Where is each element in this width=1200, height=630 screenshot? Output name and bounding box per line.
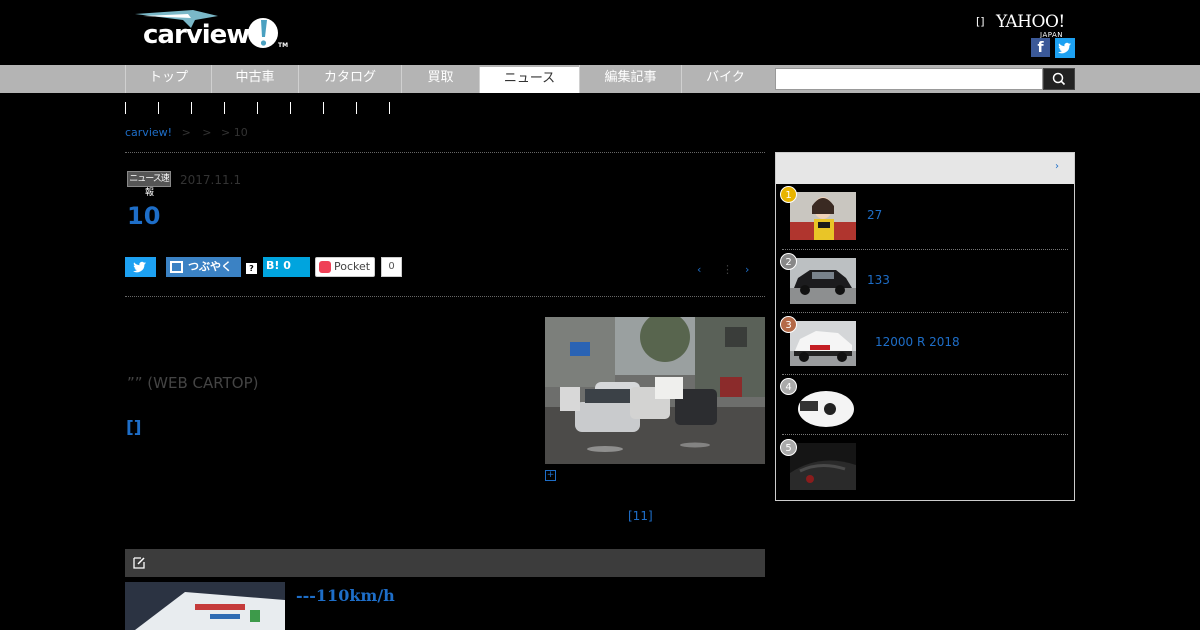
rank-1-image <box>790 192 856 240</box>
subnav-separator <box>356 102 357 114</box>
nav-item-buyback[interactable]: 買取 <box>401 65 479 93</box>
search-button[interactable] <box>1043 68 1075 90</box>
rank-5-thumbnail[interactable] <box>790 443 856 490</box>
rank-3-title[interactable]: 12000 R 2018 <box>875 335 960 349</box>
next-article-title[interactable]: ---110km/h <box>296 586 395 605</box>
search-input[interactable] <box>775 68 1043 90</box>
traffic-photo-image <box>545 317 765 464</box>
help-question-icon[interactable]: ? <box>246 263 257 274</box>
edit-icon <box>133 557 145 569</box>
newspaper-photo-image <box>125 582 285 630</box>
rank-2-title[interactable]: 133 <box>867 273 890 287</box>
logo-trademark: TM <box>278 42 289 49</box>
nav-item-catalog[interactable]: カタログ <box>298 65 401 93</box>
nav-item-news[interactable]: ニュース <box>479 67 579 93</box>
search-icon <box>1052 72 1066 86</box>
rank-badge: 1 <box>780 186 797 203</box>
rank-4-image <box>790 383 856 427</box>
subnav-separator <box>257 102 258 114</box>
twitter-bird-icon <box>133 261 146 273</box>
rank-2-image <box>790 258 856 304</box>
rank-5-image <box>790 443 856 490</box>
pager-separator: ⋮ <box>722 263 733 276</box>
subnav-separator <box>224 102 225 114</box>
nav-item-used-cars[interactable]: 中古車 <box>211 65 298 93</box>
article-lead: ”” (WEB CARTOP) <box>127 374 259 392</box>
article-photo[interactable] <box>545 317 765 464</box>
tsubuyaku-button[interactable]: つぶやく <box>166 257 241 277</box>
rank-badge: 5 <box>780 439 797 456</box>
prev-article-icon[interactable]: ‹ <box>697 263 701 276</box>
divider <box>125 152 765 153</box>
divider <box>782 249 1068 250</box>
nav-item-editorial[interactable]: 編集記事 <box>579 65 681 93</box>
nav-item-bike[interactable]: バイク <box>681 65 769 93</box>
photo-count-link[interactable]: [11] <box>628 509 653 523</box>
carview-logo[interactable]: carview <box>143 20 250 50</box>
breadcrumb-separator: > <box>181 126 191 139</box>
hatena-bookmark-button[interactable]: B! 0 <box>263 257 310 277</box>
rank-3-image <box>790 321 856 366</box>
subnav-separator <box>290 102 291 114</box>
ranking-more-icon[interactable]: › <box>1055 161 1059 172</box>
pocket-icon <box>319 261 331 273</box>
pocket-count: 0 <box>381 257 402 277</box>
enlarge-icon[interactable]: + <box>545 470 556 481</box>
post-date: 2017.11.1 <box>180 173 242 187</box>
next-article-thumbnail[interactable] <box>125 582 285 630</box>
divider <box>782 312 1068 313</box>
rank-badge: 3 <box>780 316 797 333</box>
logo-exclamation-icon <box>248 18 278 48</box>
tsubuyaku-icon <box>170 261 183 273</box>
related-link[interactable]: [] <box>126 418 142 438</box>
category-tag[interactable]: ニュース速報 <box>127 171 171 198</box>
rank-1-title[interactable]: 27 <box>867 208 882 222</box>
related-articles-header <box>125 549 765 577</box>
subnav-separator <box>191 102 192 114</box>
rank-badge: 4 <box>780 378 797 395</box>
article-title: 10 <box>127 202 161 230</box>
breadcrumb-home[interactable]: carview! <box>125 126 172 139</box>
tweet-button[interactable] <box>125 257 156 277</box>
subnav-separator <box>125 102 126 114</box>
breadcrumb: carview! > > > 10 <box>125 126 248 139</box>
ranking-header <box>776 153 1074 184</box>
site-header: carview TM [] YAHOO! JAPAN f <box>0 0 1200 65</box>
nav-item-top[interactable]: トップ <box>125 65 211 93</box>
divider <box>125 296 765 297</box>
rank-badge: 2 <box>780 253 797 270</box>
subnav-separator <box>323 102 324 114</box>
pocket-label: Pocket <box>334 260 371 273</box>
yahoo-japan-logo[interactable]: YAHOO! <box>996 12 1065 32</box>
rank-1-thumbnail[interactable] <box>790 192 856 240</box>
next-article-icon[interactable]: › <box>745 263 749 276</box>
subnav-separator <box>158 102 159 114</box>
rank-2-thumbnail[interactable] <box>790 258 856 304</box>
divider <box>782 374 1068 375</box>
rank-4-thumbnail[interactable] <box>790 383 856 427</box>
pocket-button[interactable]: Pocket <box>315 257 375 277</box>
twitter-icon[interactable] <box>1055 38 1075 58</box>
breadcrumb-separator: > <box>202 126 212 139</box>
tsubuyaku-label: つぶやく <box>188 260 232 273</box>
twitter-bird-icon <box>1058 42 1071 54</box>
facebook-icon[interactable]: f <box>1031 38 1050 57</box>
breadcrumb-current: > 10 <box>221 126 248 139</box>
divider <box>782 434 1068 435</box>
help-link[interactable]: [] <box>976 15 985 28</box>
subnav-separator <box>389 102 390 114</box>
rank-3-thumbnail[interactable] <box>790 321 856 366</box>
